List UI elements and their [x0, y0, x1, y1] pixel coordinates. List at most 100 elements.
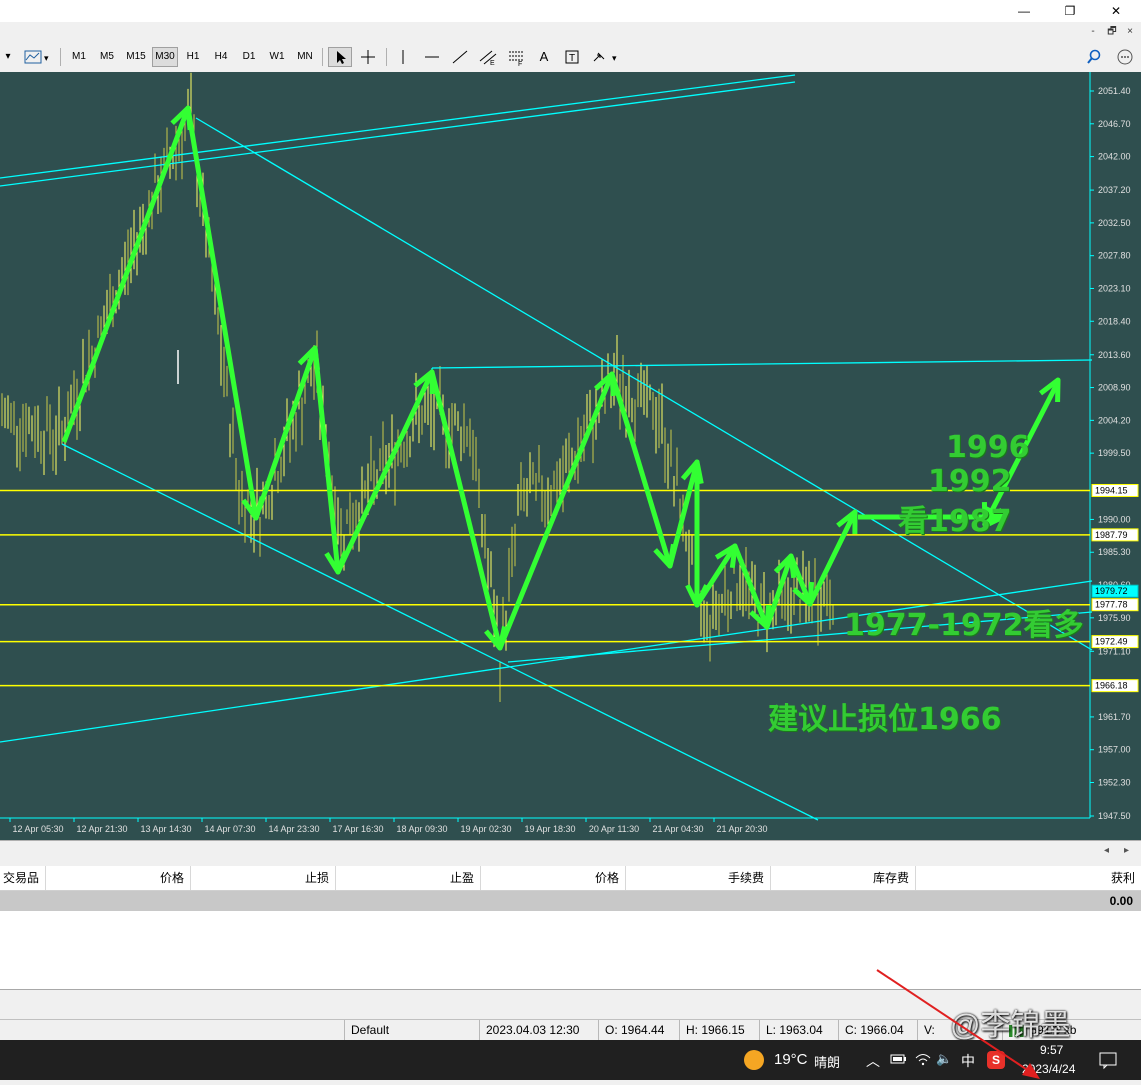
col-profit[interactable]: 获利 — [916, 866, 1141, 890]
crosshair-icon[interactable] — [356, 47, 380, 67]
col-commission[interactable]: 手续费 — [626, 866, 771, 890]
close-window-button[interactable]: ✕ — [1093, 0, 1139, 22]
y-tick-label: 2013.60 — [1098, 350, 1131, 360]
price-box-label: 1994.15 — [1095, 485, 1128, 495]
channel-line — [61, 443, 819, 821]
mdi-restore-button[interactable]: 🗗 — [1104, 25, 1120, 39]
col-price[interactable]: 价格 — [46, 866, 191, 890]
x-tick-label: 21 Apr 04:30 — [652, 824, 703, 834]
y-tick-label: 2018.40 — [1098, 316, 1131, 326]
red-pointer-arrow — [876, 969, 1040, 1079]
tf-w1-button[interactable]: W1 — [264, 47, 290, 67]
x-tick-label: 19 Apr 02:30 — [460, 824, 511, 834]
separator — [386, 48, 387, 66]
price-box-label: 1977.78 — [1095, 600, 1128, 610]
y-tick-label: 1957.00 — [1098, 745, 1131, 755]
y-tick-label: 1975.90 — [1098, 613, 1131, 623]
dropdown-arrow-icon[interactable]: ▾ — [2, 47, 14, 67]
mdi-minimize-button[interactable]: - — [1085, 25, 1101, 39]
price-box-label: 1972.49 — [1095, 637, 1128, 647]
cursor-icon[interactable] — [328, 47, 352, 67]
text-icon[interactable]: A — [532, 47, 556, 67]
x-tick-label: 14 Apr 23:30 — [268, 824, 319, 834]
price-box-label: 1987.79 — [1095, 530, 1128, 540]
scroll-right-icon[interactable]: ▸ — [1124, 845, 1129, 856]
y-tick-label: 2004.20 — [1098, 415, 1131, 425]
annotation-1996: 1996 — [946, 430, 1030, 465]
equidistant-channel-icon[interactable]: E — [476, 47, 500, 67]
tf-mn-button[interactable]: MN — [292, 47, 318, 67]
x-tick-label: 20 Apr 11:30 — [589, 824, 639, 834]
search-icon[interactable] — [1084, 47, 1104, 67]
notification-icon[interactable] — [1098, 1050, 1118, 1073]
y-tick-label: 2023.10 — [1098, 283, 1131, 293]
chart-scrollbar[interactable]: ◂ ▸ — [0, 840, 1141, 867]
channel-line — [0, 74, 796, 179]
chart-type-icon: ▾ — [24, 50, 49, 64]
vertical-line-icon[interactable] — [392, 47, 414, 67]
channel-line — [431, 359, 1093, 369]
tf-m30-button[interactable]: M30 — [152, 47, 178, 67]
annotation-1977-1972: 1977-1972看多 — [844, 608, 1084, 643]
col-current-price[interactable]: 价格 — [481, 866, 626, 890]
terminal-summary-row: 0.00 — [0, 891, 1141, 911]
separator — [60, 48, 61, 66]
projection-zigzag — [61, 105, 858, 651]
minimize-window-button[interactable]: — — [1001, 0, 1047, 22]
chat-icon[interactable] — [1114, 47, 1136, 67]
tf-h4-button[interactable]: H4 — [208, 47, 234, 67]
col-stoploss[interactable]: 止损 — [191, 866, 336, 890]
separator — [322, 48, 323, 66]
channel-line — [195, 117, 1093, 651]
y-tick-label: 1952.30 — [1098, 778, 1131, 788]
x-tick-label: 12 Apr 05:30 — [12, 824, 63, 834]
trendline-icon[interactable] — [448, 47, 472, 67]
svg-text:▾: ▾ — [44, 53, 49, 63]
chart-type-button[interactable]: ▾ — [22, 47, 52, 67]
restore-window-button[interactable]: ❐ — [1047, 0, 1093, 22]
tf-h1-button[interactable]: H1 — [180, 47, 206, 67]
title-bar: — ❐ ✕ — [0, 0, 1141, 22]
col-swap[interactable]: 库存费 — [771, 866, 916, 890]
horizontal-line-icon[interactable] — [420, 47, 444, 67]
y-tick-label: 1985.30 — [1098, 547, 1131, 557]
text-label-icon[interactable]: T — [560, 47, 584, 67]
svg-text:▾: ▾ — [612, 53, 617, 63]
annotation-stop-loss: 建议止损位1966 — [768, 702, 1002, 737]
y-tick-label: 2008.90 — [1098, 383, 1131, 393]
mdi-bar: - 🗗 × — [0, 22, 1141, 42]
status-datetime: 2023.04.03 12:30 — [479, 1020, 596, 1041]
channel-line — [0, 81, 796, 187]
tf-m5-button[interactable]: M5 — [94, 47, 120, 67]
windows-taskbar: 19°C 晴朗 ︿ 🔈 中 S 9:57 2023/4/24 — [0, 969, 1141, 1080]
y-tick-label: 2037.20 — [1098, 185, 1131, 195]
annotation-1992: 1992 — [928, 464, 1012, 499]
y-tick-label: 2027.80 — [1098, 251, 1131, 261]
y-tick-label: 2042.00 — [1098, 152, 1131, 162]
tf-m15-button[interactable]: M15 — [122, 47, 150, 67]
weather-desc[interactable]: 晴朗 — [814, 1052, 840, 1071]
col-symbol[interactable]: 交易品种 — [0, 866, 46, 909]
annotation-1987: 看1987 — [898, 504, 1012, 539]
x-tick-label: 12 Apr 21:30 — [76, 824, 127, 834]
weather-temp[interactable]: 19°C — [774, 1051, 808, 1068]
svg-text:E: E — [490, 60, 495, 67]
weather-sun-icon[interactable] — [744, 1050, 764, 1070]
tf-m1-button[interactable]: M1 — [66, 47, 92, 67]
arrows-icon[interactable]: ▾ — [588, 47, 622, 67]
x-tick-label: 18 Apr 09:30 — [396, 824, 447, 834]
y-tick-label: 1947.50 — [1098, 811, 1131, 821]
status-profile[interactable]: Default — [344, 1020, 479, 1041]
price-chart[interactable]: 2051.40 2046.70 2042.00 2037.20 2032.50 2027.… — [0, 72, 1141, 840]
col-takeprofit[interactable]: 止盈 — [336, 866, 481, 890]
status-open: O: 1964.44 — [598, 1020, 679, 1041]
y-tick-label: 2032.50 — [1098, 218, 1131, 228]
fibonacci-icon[interactable]: F — [504, 47, 528, 68]
chart-toolbar: ▾ ▾ M1 M5 M15 M30 H1 H4 D1 W1 MN E F A T… — [0, 42, 1141, 73]
y-tick-label: 2046.70 — [1098, 119, 1131, 129]
mdi-close-button[interactable]: × — [1122, 25, 1138, 39]
tf-d1-button[interactable]: D1 — [236, 47, 262, 67]
svg-text:T: T — [569, 53, 575, 64]
y-tick-label: 2051.40 — [1098, 86, 1131, 96]
scroll-left-icon[interactable]: ◂ — [1104, 845, 1109, 856]
